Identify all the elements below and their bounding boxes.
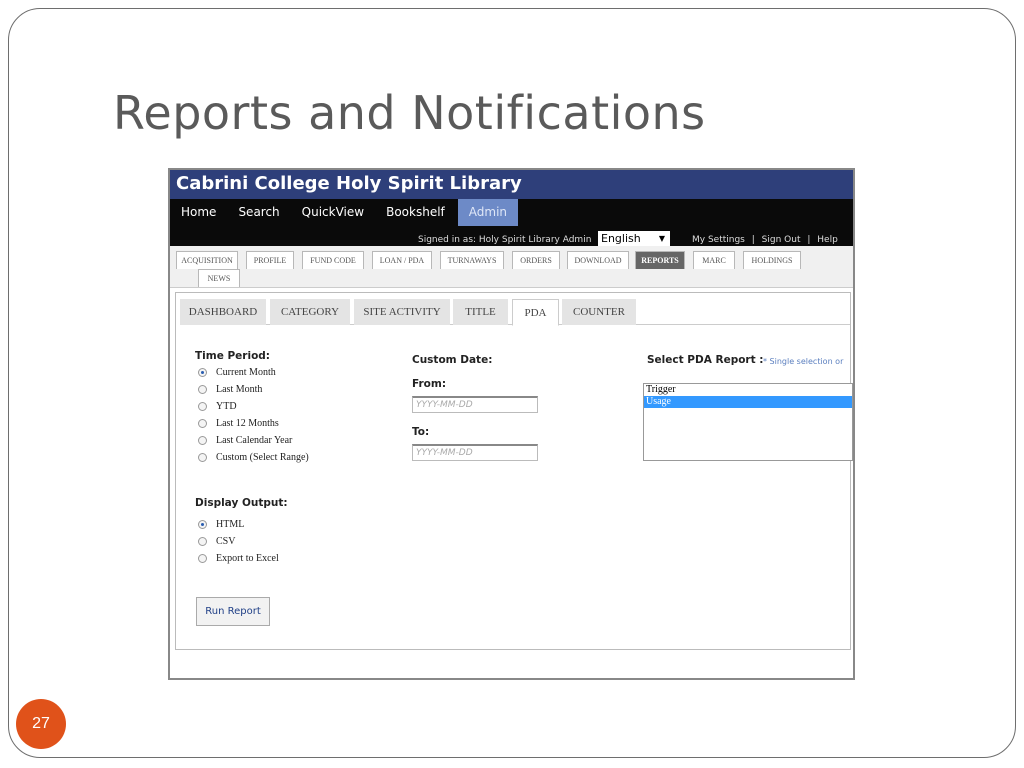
tab-download[interactable]: DOWNLOAD <box>567 251 629 269</box>
radio-icon <box>198 419 207 428</box>
radio-label: Custom (Select Range) <box>216 452 309 463</box>
radio-custom-range[interactable]: Custom (Select Range) <box>198 452 309 463</box>
main-nav: Home Search QuickView Bookshelf Admin <box>170 199 519 226</box>
radio-icon <box>198 402 207 411</box>
from-label: From: <box>412 378 447 390</box>
radio-html[interactable]: HTML <box>198 519 244 530</box>
sign-out-link[interactable]: Sign Out <box>762 235 801 245</box>
tab-profile[interactable]: PROFILE <box>246 251 294 269</box>
to-label: To: <box>412 426 430 438</box>
top-links: My Settings | Sign Out | Help <box>692 235 842 245</box>
custom-date-label: Custom Date: <box>412 354 493 366</box>
radio-icon <box>198 453 207 462</box>
tab-dashboard[interactable]: DASHBOARD <box>180 299 266 325</box>
radio-label: Export to Excel <box>216 553 279 564</box>
nav-bookshelf[interactable]: Bookshelf <box>375 199 456 226</box>
selection-hint: * Single selection or <box>763 357 844 366</box>
radio-label: Current Month <box>216 367 276 378</box>
radio-ytd[interactable]: YTD <box>198 401 237 412</box>
radio-label: HTML <box>216 519 245 530</box>
tab-title[interactable]: TITLE <box>453 299 508 325</box>
nav-search[interactable]: Search <box>227 199 290 226</box>
radio-last-12-months[interactable]: Last 12 Months <box>198 418 279 429</box>
listbox-option[interactable]: Trigger <box>644 384 852 396</box>
module-tabs: ACQUISITION PROFILE FUND CODE LOAN / PDA… <box>170 246 853 288</box>
language-value: English <box>601 232 641 245</box>
tab-acquisition[interactable]: ACQUISITION <box>176 251 238 269</box>
radio-label: Last 12 Months <box>216 418 279 429</box>
library-admin-screenshot: Cabrini College Holy Spirit Library Home… <box>168 168 855 680</box>
tab-marc[interactable]: MARC <box>693 251 735 269</box>
display-output-label: Display Output: <box>195 497 288 509</box>
tab-reports[interactable]: REPORTS <box>635 251 685 269</box>
pda-report-listbox[interactable]: Trigger Usage <box>643 383 853 461</box>
slide-title: Reports and Notifications <box>113 86 706 140</box>
nav-home[interactable]: Home <box>170 199 227 226</box>
radio-last-calendar-year[interactable]: Last Calendar Year <box>198 435 292 446</box>
nav-bar: Home Search QuickView Bookshelf Admin Si… <box>170 199 853 246</box>
signed-in-text: Signed in as: Holy Spirit Library Admin <box>418 235 592 245</box>
report-panel: DASHBOARD CATEGORY SITE ACTIVITY TITLE P… <box>175 292 851 650</box>
radio-checked-icon <box>198 368 207 377</box>
radio-export-excel[interactable]: Export to Excel <box>198 553 279 564</box>
radio-checked-icon <box>198 520 207 529</box>
separator: | <box>807 235 811 245</box>
language-select[interactable]: English ▼ <box>598 231 670 246</box>
radio-label: Last Month <box>216 384 263 395</box>
radio-label: CSV <box>216 536 236 547</box>
nav-admin[interactable]: Admin <box>457 199 519 226</box>
radio-label: YTD <box>216 401 237 412</box>
page-number-badge: 27 <box>16 699 66 749</box>
tab-counter[interactable]: COUNTER <box>562 299 636 325</box>
radio-icon <box>198 554 207 563</box>
pda-report-label: Select PDA Report : <box>647 354 764 366</box>
library-header: Cabrini College Holy Spirit Library <box>170 170 853 199</box>
radio-csv[interactable]: CSV <box>198 536 235 547</box>
tab-holdings[interactable]: HOLDINGS <box>743 251 801 269</box>
from-date-field[interactable]: YYYY-MM-DD <box>412 396 538 413</box>
time-period-label: Time Period: <box>195 350 271 362</box>
to-date-field[interactable]: YYYY-MM-DD <box>412 444 538 461</box>
tab-category[interactable]: CATEGORY <box>270 299 350 325</box>
tab-pda[interactable]: PDA <box>512 299 559 326</box>
chevron-down-icon: ▼ <box>658 234 665 243</box>
radio-last-month[interactable]: Last Month <box>198 384 262 395</box>
tab-site-activity[interactable]: SITE ACTIVITY <box>354 299 450 325</box>
my-settings-link[interactable]: My Settings <box>692 235 745 245</box>
nav-quickview[interactable]: QuickView <box>291 199 375 226</box>
tab-fund-code[interactable]: FUND CODE <box>302 251 364 269</box>
separator: | <box>751 235 755 245</box>
radio-icon <box>198 436 207 445</box>
report-sub-tabs: DASHBOARD CATEGORY SITE ACTIVITY TITLE P… <box>180 299 850 326</box>
listbox-option-selected[interactable]: Usage <box>644 396 852 408</box>
tab-loan-pda[interactable]: LOAN / PDA <box>372 251 432 269</box>
radio-icon <box>198 385 207 394</box>
tab-turnaways[interactable]: TURNAWAYS <box>440 251 504 269</box>
tab-news[interactable]: NEWS <box>198 269 240 287</box>
radio-label: Last Calendar Year <box>216 435 293 446</box>
tab-orders[interactable]: ORDERS <box>512 251 560 269</box>
help-link[interactable]: Help <box>817 235 838 245</box>
radio-current-month[interactable]: Current Month <box>198 367 276 378</box>
run-report-button[interactable]: Run Report <box>196 597 270 626</box>
radio-icon <box>198 537 207 546</box>
